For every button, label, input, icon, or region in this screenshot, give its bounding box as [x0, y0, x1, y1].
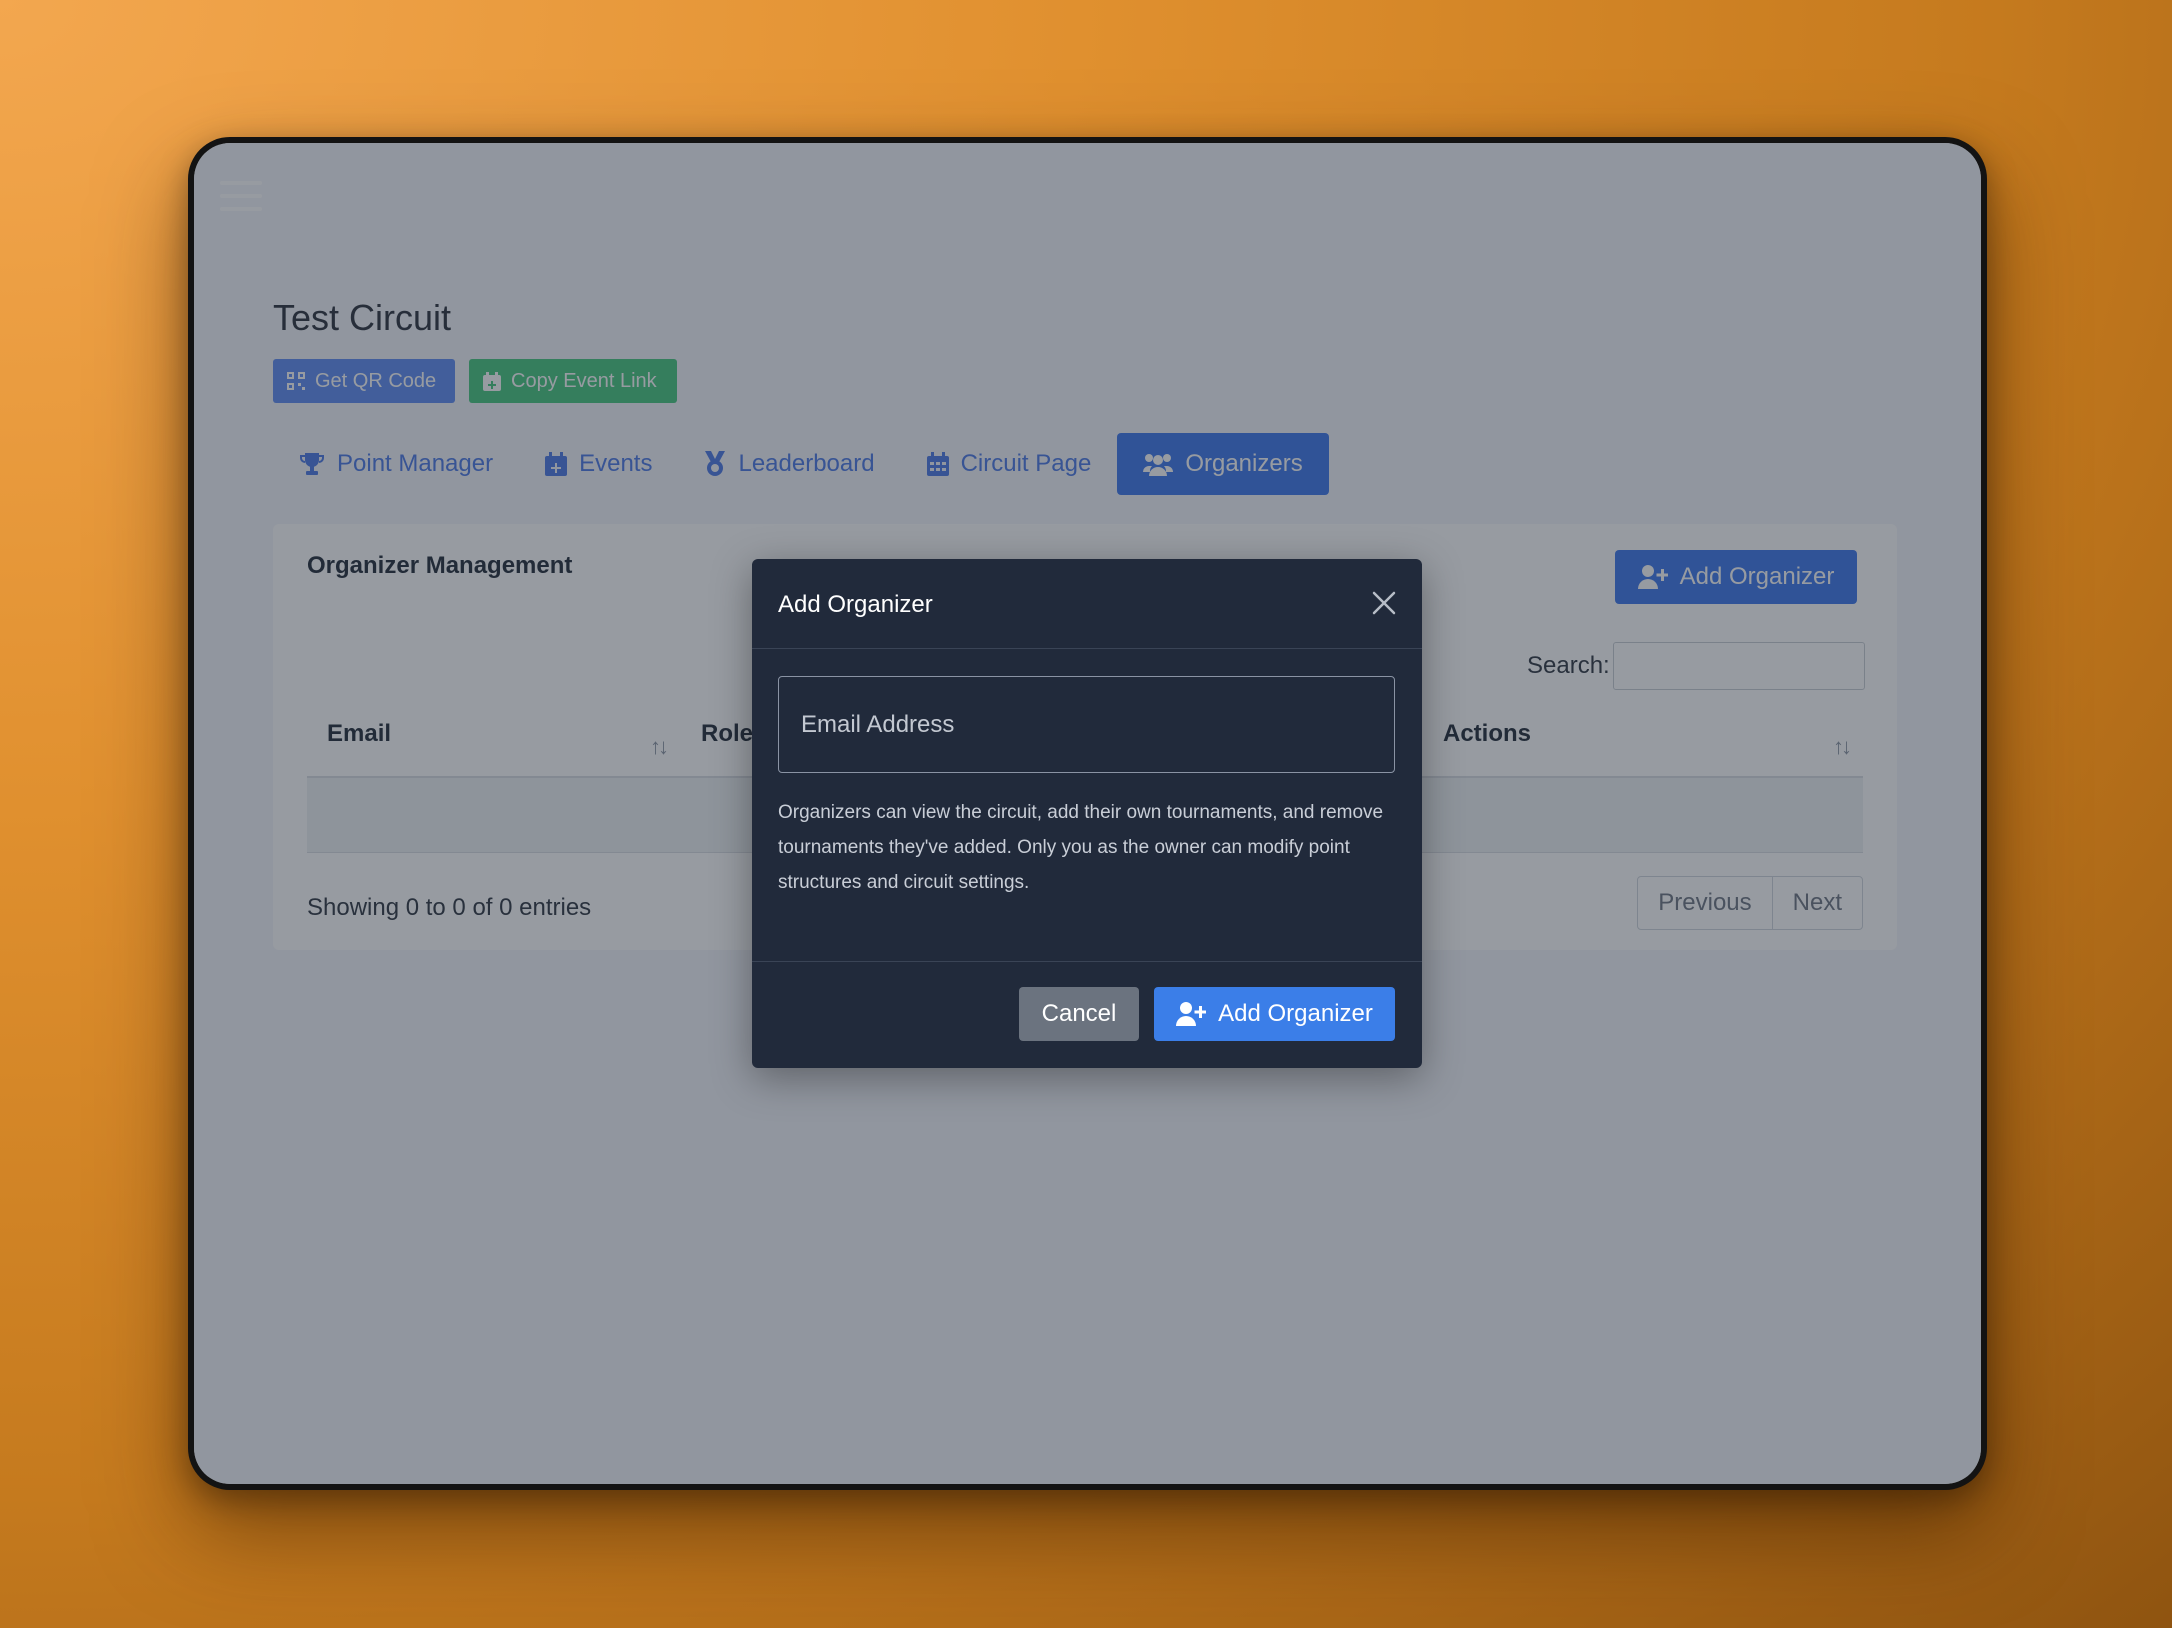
modal-title: Add Organizer — [778, 591, 933, 618]
modal-help-text: Organizers can view the circuit, add the… — [778, 802, 1384, 893]
tablet-frame: Test Circuit Get QR Code Copy Event Link… — [188, 137, 1987, 1490]
close-icon[interactable] — [1370, 589, 1398, 617]
add-organizer-modal: Add Organizer Organizers can view the ci… — [752, 559, 1422, 1068]
cancel-button[interactable]: Cancel — [1019, 987, 1139, 1041]
modal-divider — [752, 961, 1422, 962]
user-plus-icon — [1176, 1002, 1207, 1026]
email-address-input[interactable] — [778, 676, 1395, 773]
submit-add-organizer-button[interactable]: Add Organizer — [1154, 987, 1395, 1041]
modal-divider — [752, 648, 1422, 649]
submit-add-organizer-label: Add Organizer — [1218, 1000, 1373, 1027]
screen: Test Circuit Get QR Code Copy Event Link… — [194, 143, 1981, 1484]
